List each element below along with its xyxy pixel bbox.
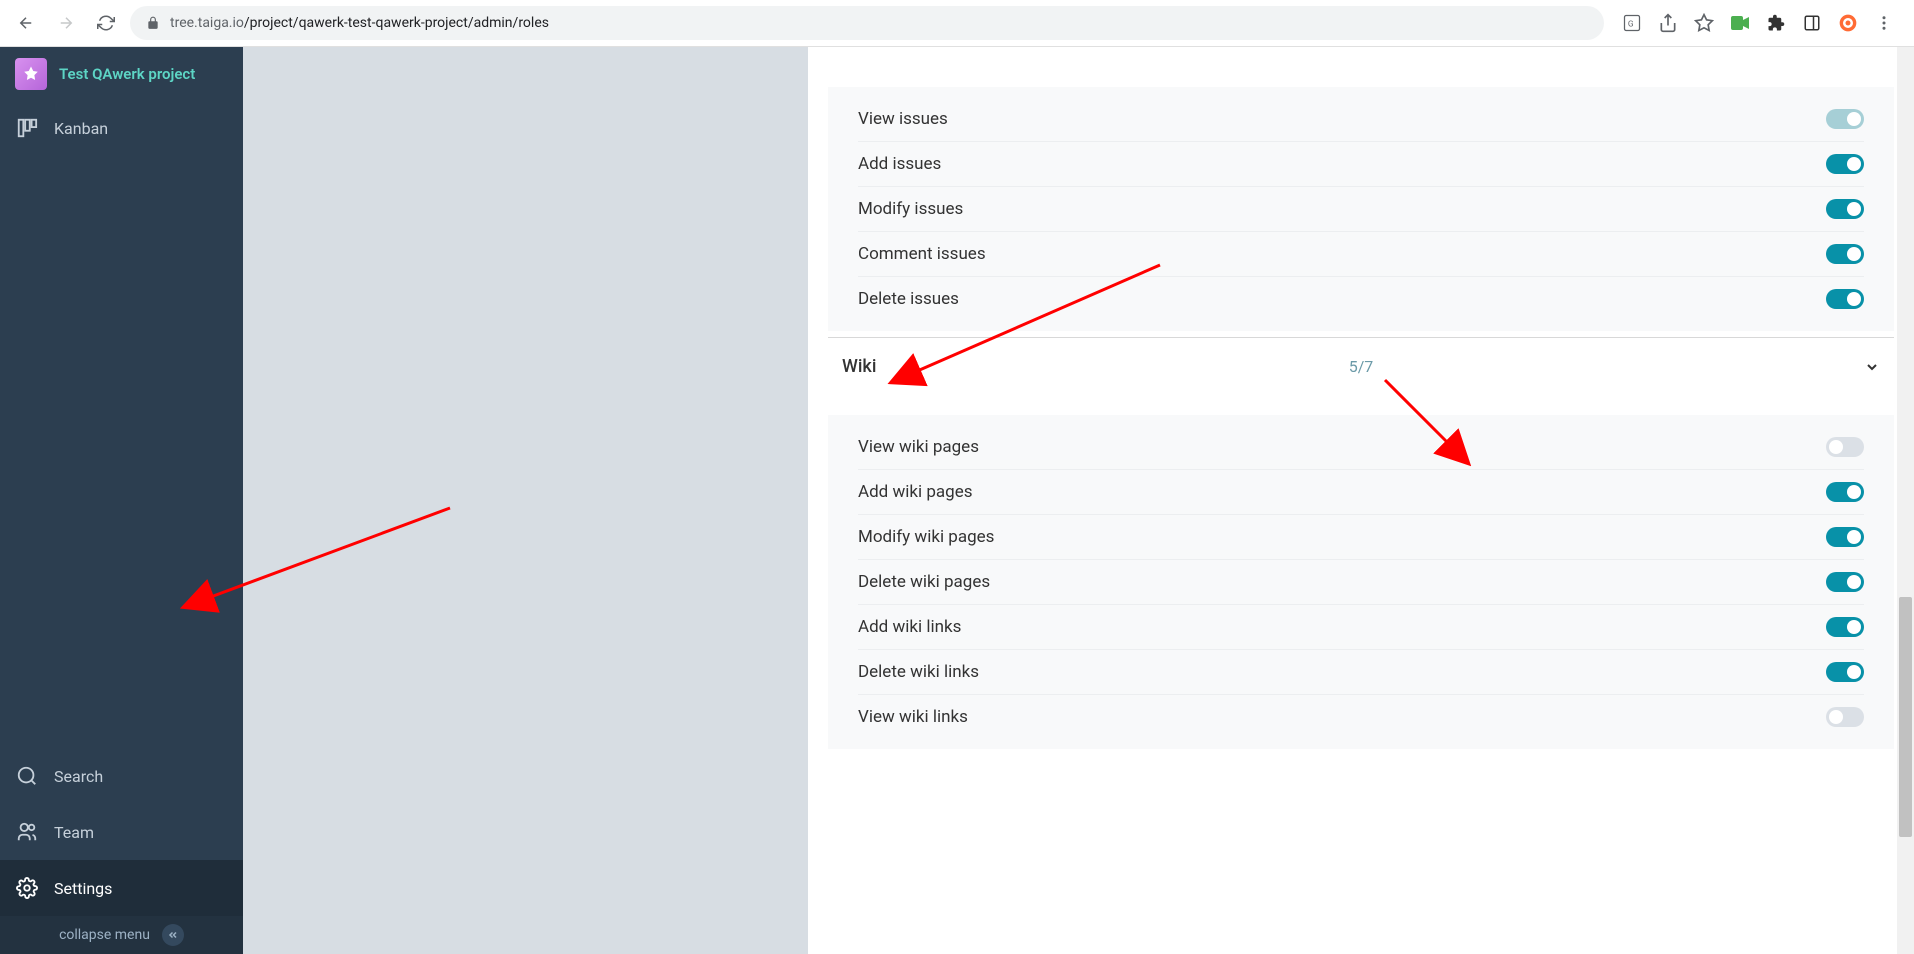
lock-icon: [146, 16, 160, 30]
sidebar-item-kanban[interactable]: Kanban: [0, 100, 243, 156]
perm-label: View wiki links: [858, 707, 968, 727]
translate-icon[interactable]: G: [1620, 11, 1644, 35]
share-icon[interactable]: [1656, 11, 1680, 35]
star-icon[interactable]: [1692, 11, 1716, 35]
toggle-modify-wiki-pages[interactable]: [1826, 527, 1864, 547]
issues-permissions-block: View issues Add issues Modify issues Com…: [828, 87, 1894, 331]
perm-label: Comment issues: [858, 244, 986, 264]
perm-row: Delete wiki pages: [858, 560, 1864, 605]
perm-row: Add issues: [858, 142, 1864, 187]
perm-label: Delete wiki pages: [858, 572, 990, 592]
perm-label: Add wiki pages: [858, 482, 972, 502]
perm-label: Modify wiki pages: [858, 527, 994, 547]
url-bar[interactable]: tree.taiga.io/project/qawerk-test-qawerk…: [130, 6, 1604, 40]
perm-row: Add wiki pages: [858, 470, 1864, 515]
team-icon: [16, 821, 38, 843]
perm-label: Delete wiki links: [858, 662, 979, 682]
project-header[interactable]: Test QAwerk project: [0, 47, 243, 100]
toggle-delete-wiki-pages[interactable]: [1826, 572, 1864, 592]
browser-action-icons: G: [1612, 11, 1904, 35]
menu-icon[interactable]: [1872, 11, 1896, 35]
sidebar-item-label: Search: [54, 767, 103, 786]
collapse-menu[interactable]: collapse menu: [0, 916, 243, 954]
section-count: 5/7: [1349, 357, 1374, 376]
browser-toolbar: tree.taiga.io/project/qawerk-test-qawerk…: [0, 0, 1914, 47]
sidebar-item-search[interactable]: Search: [0, 748, 243, 804]
section-header-wiki[interactable]: Wiki 5/7: [828, 337, 1894, 395]
perm-label: View issues: [858, 109, 948, 129]
svg-text:G: G: [1628, 19, 1634, 29]
gear-icon: [16, 877, 38, 899]
perm-label: View wiki pages: [858, 437, 979, 457]
toggle-delete-issues[interactable]: [1826, 289, 1864, 309]
scrollbar-thumb[interactable]: [1899, 597, 1912, 837]
perm-row: Delete issues: [858, 277, 1864, 321]
search-icon: [16, 765, 38, 787]
toggle-view-wiki-links[interactable]: [1826, 707, 1864, 727]
perm-row: Modify issues: [858, 187, 1864, 232]
scrollbar[interactable]: [1897, 47, 1914, 954]
sidebar: Test QAwerk project Kanban Search Team S…: [0, 47, 243, 954]
kanban-icon: [16, 117, 38, 139]
perm-row: View wiki pages: [858, 425, 1864, 470]
back-button[interactable]: [10, 7, 42, 39]
project-title: Test QAwerk project: [59, 65, 195, 83]
perm-row: Delete wiki links: [858, 650, 1864, 695]
toggle-add-wiki-pages[interactable]: [1826, 482, 1864, 502]
extension-camera-icon[interactable]: [1728, 11, 1752, 35]
toggle-view-issues: [1826, 109, 1864, 129]
url-path: /project/qawerk-test-qawerk-project/admi…: [244, 15, 549, 31]
sidebar-item-label: Settings: [54, 879, 112, 898]
chevron-down-icon: [1864, 359, 1880, 375]
wiki-permissions-block: View wiki pages Add wiki pages Modify wi…: [828, 415, 1894, 749]
permissions-panel: View issues Add issues Modify issues Com…: [808, 47, 1914, 954]
sidebar-item-settings[interactable]: Settings: [0, 860, 243, 916]
perm-row: Modify wiki pages: [858, 515, 1864, 560]
profile-icon[interactable]: [1836, 11, 1860, 35]
sidebar-item-label: Team: [54, 823, 94, 842]
project-logo: [15, 58, 47, 90]
toggle-modify-issues[interactable]: [1826, 199, 1864, 219]
toggle-add-wiki-links[interactable]: [1826, 617, 1864, 637]
collapse-button-icon: [162, 924, 184, 946]
perm-label: Modify issues: [858, 199, 963, 219]
collapse-label: collapse menu: [59, 927, 150, 943]
sidebar-item-label: Kanban: [54, 119, 108, 138]
admin-subnav-panel: [243, 47, 808, 954]
perm-label: Add wiki links: [858, 617, 961, 637]
extensions-icon[interactable]: [1764, 11, 1788, 35]
toggle-comment-issues[interactable]: [1826, 244, 1864, 264]
perm-row: View issues: [858, 97, 1864, 142]
sidebar-item-team[interactable]: Team: [0, 804, 243, 860]
toggle-view-wiki-pages[interactable]: [1826, 437, 1864, 457]
perm-label: Add issues: [858, 154, 941, 174]
perm-label: Delete issues: [858, 289, 959, 309]
forward-button[interactable]: [50, 7, 82, 39]
perm-row: Comment issues: [858, 232, 1864, 277]
toggle-delete-wiki-links[interactable]: [1826, 662, 1864, 682]
section-title: Wiki: [842, 356, 876, 377]
reload-button[interactable]: [90, 7, 122, 39]
perm-row: View wiki links: [858, 695, 1864, 739]
panel-icon[interactable]: [1800, 11, 1824, 35]
url-host: tree.taiga.io: [170, 15, 244, 31]
perm-row: Add wiki links: [858, 605, 1864, 650]
toggle-add-issues[interactable]: [1826, 154, 1864, 174]
